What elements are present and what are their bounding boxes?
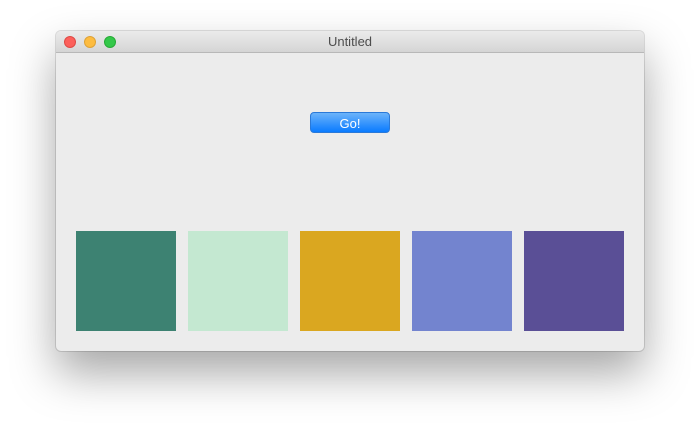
swatch-teal bbox=[76, 231, 176, 331]
swatch-gold bbox=[300, 231, 400, 331]
go-button[interactable]: Go! bbox=[310, 112, 390, 133]
swatch-purple bbox=[524, 231, 624, 331]
window-title: Untitled bbox=[327, 34, 373, 49]
swatch-mint bbox=[188, 231, 288, 331]
swatch-periwinkle bbox=[412, 231, 512, 331]
app-window: Untitled Go! bbox=[56, 31, 644, 351]
title-bar[interactable]: Untitled bbox=[56, 31, 644, 53]
